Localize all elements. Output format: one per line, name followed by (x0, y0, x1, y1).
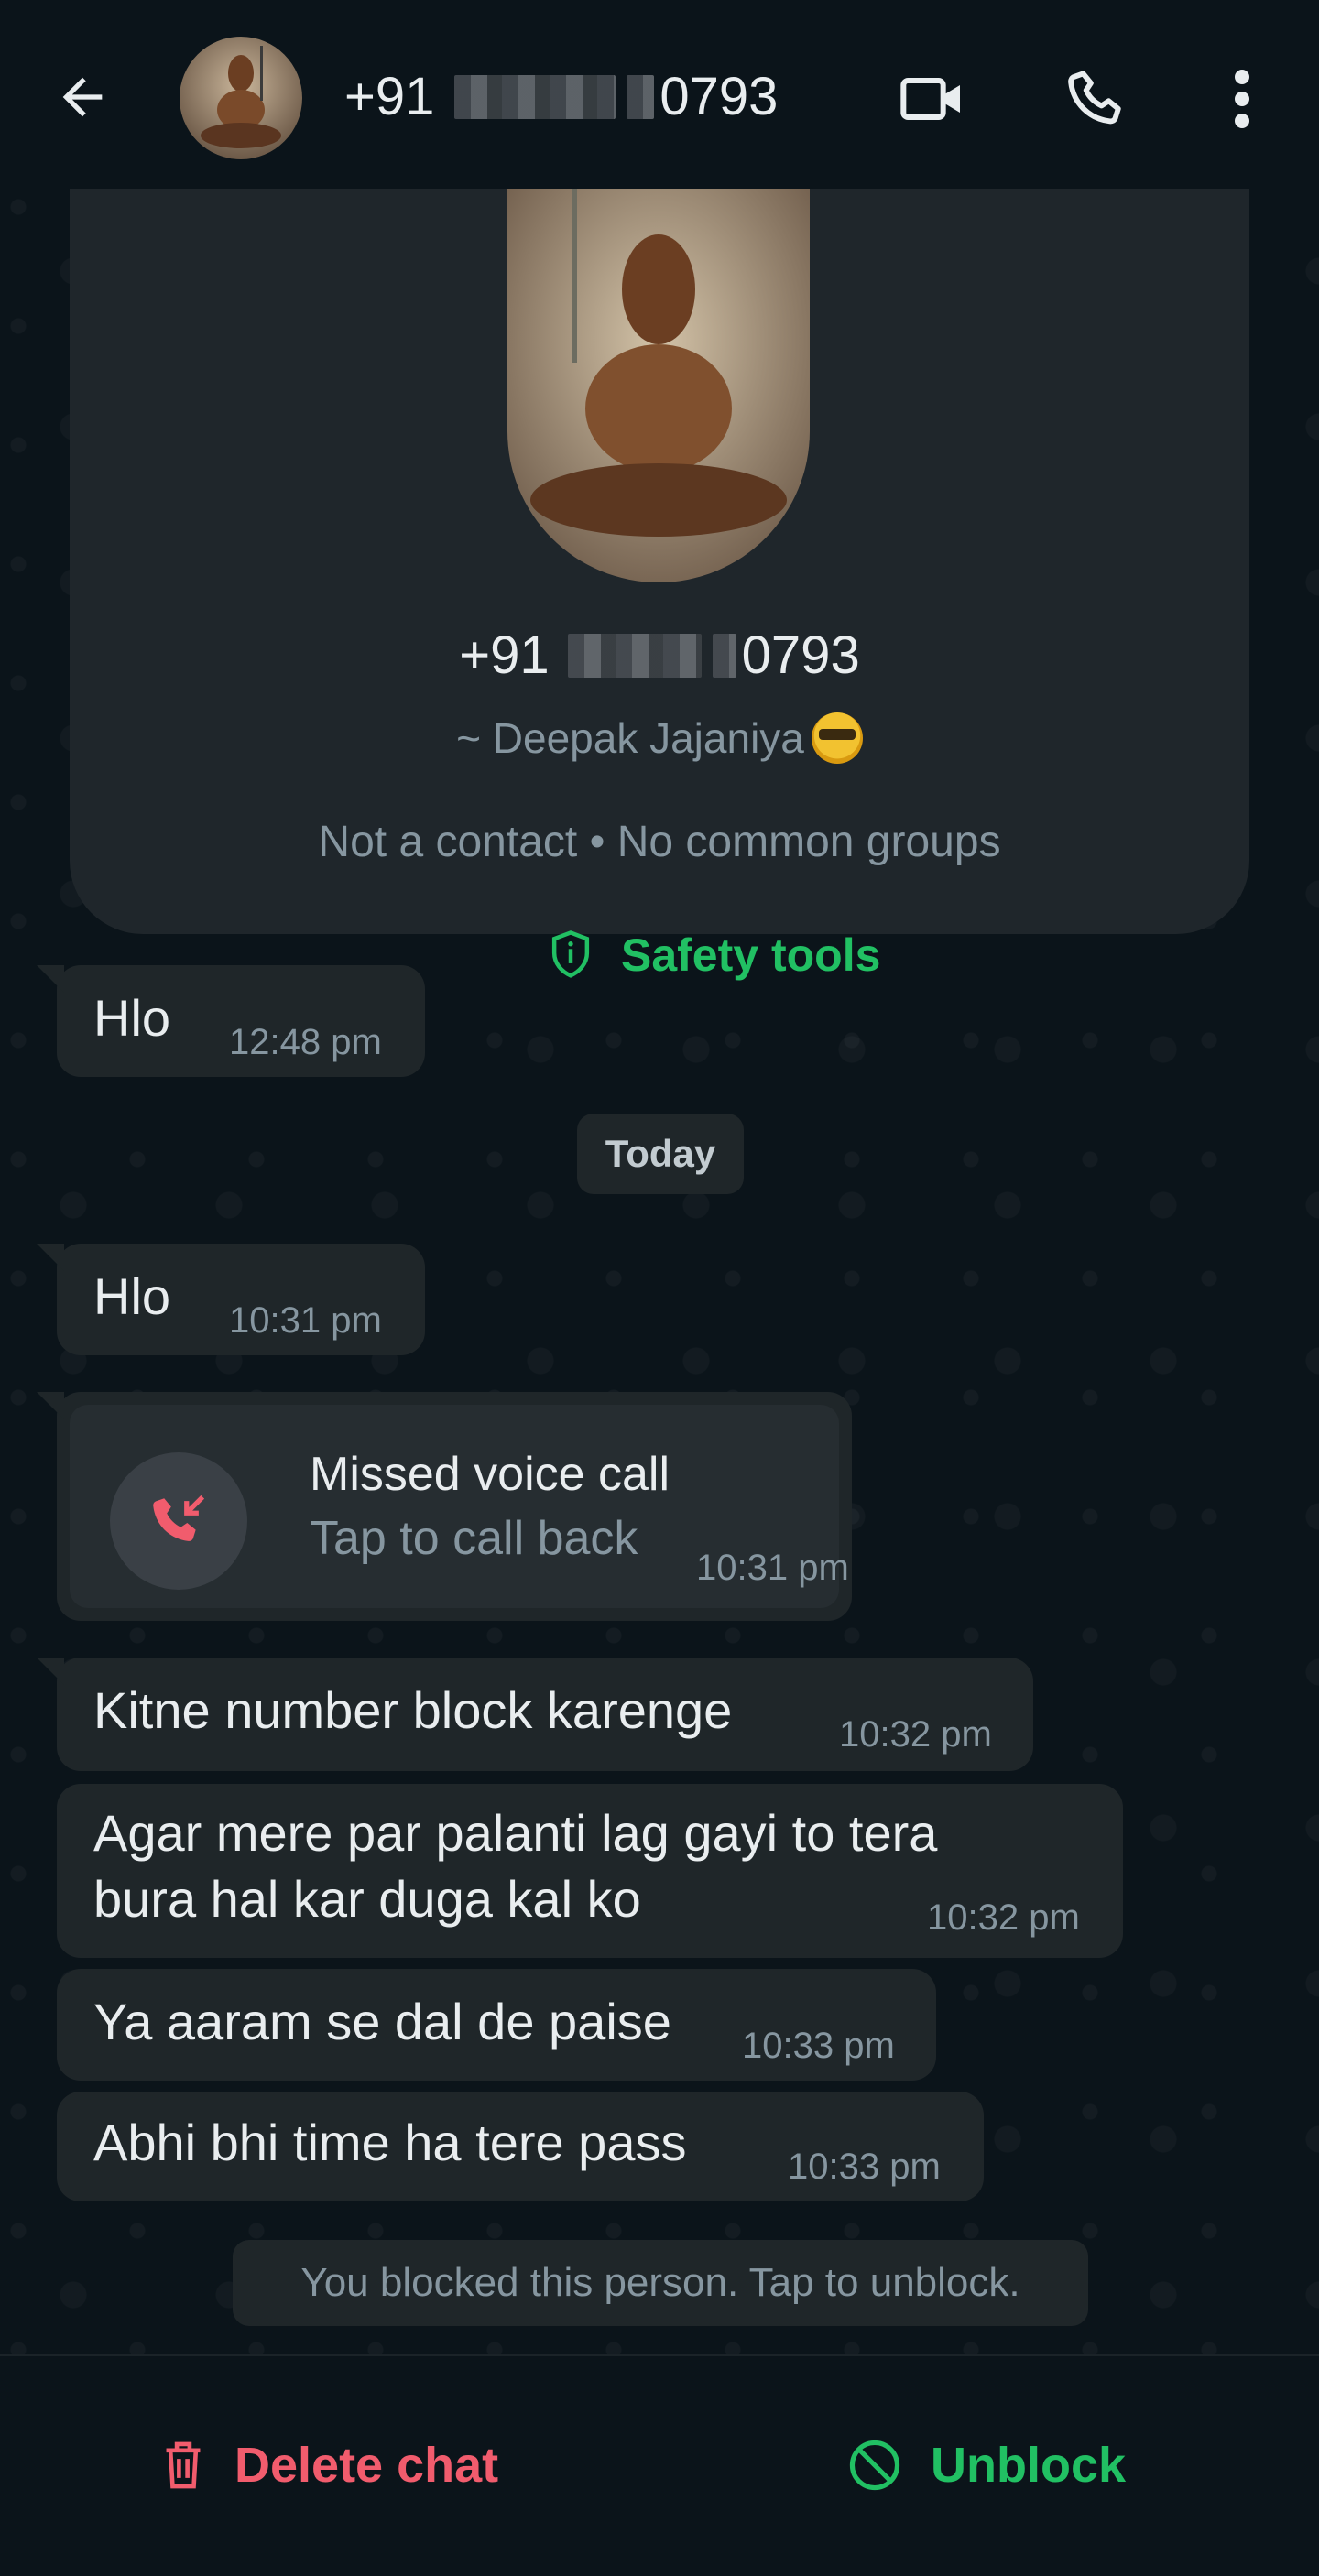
redacted-digits (567, 633, 702, 678)
chat-header: +91 0793 (0, 0, 1319, 189)
trash-icon (166, 2441, 201, 2489)
profile-alias: ~ Deepak Jajaniya (70, 712, 1249, 764)
message-time: 10:33 pm (788, 2147, 941, 2187)
contact-info-card: +91 0793 ~ Deepak Jajaniya Not a contact… (70, 179, 1249, 981)
safety-tools-label: Safety tools (621, 929, 881, 981)
shield-icon (551, 930, 590, 978)
phone-suffix: 0793 (660, 67, 779, 126)
message-text-line: Agar mere par palanti lag gayi to tera (93, 1804, 938, 1862)
date-divider: Today (577, 1114, 744, 1194)
message-text: Kitne number block karenge (93, 1681, 733, 1739)
blocked-action-bar: Delete chat Unblock (0, 2354, 1319, 2576)
message-text: Ya aaram se dal de paise (93, 1993, 671, 2050)
missed-call-subtitle: Tap to call back (310, 1512, 638, 1565)
message-bubble[interactable]: Kitne number block karenge 10:32 pm (37, 1658, 1033, 1771)
phone-suffix: 0793 (741, 625, 860, 685)
message-bubble[interactable]: Ya aaram se dal de paise 10:33 pm (57, 1969, 936, 2081)
missed-call-card: Missed voice call Tap to call back 10:31… (70, 1405, 849, 1608)
back-arrow-icon[interactable] (49, 64, 115, 130)
message-bubble[interactable]: Hlo 12:48 pm (37, 965, 425, 1077)
redacted-digits (454, 74, 616, 119)
alias-text: ~ Deepak Jajaniya (456, 714, 804, 762)
message-text: Hlo (93, 1267, 171, 1325)
message-text: Abhi bhi time ha tere pass (93, 2114, 687, 2171)
more-vert-icon[interactable] (1215, 60, 1270, 137)
video-call-icon[interactable] (894, 60, 971, 137)
message-time: 10:32 pm (927, 1897, 1080, 1938)
profile-photo[interactable] (507, 179, 810, 582)
message-time: 10:33 pm (742, 2026, 895, 2066)
message-time: 10:31 pm (229, 1300, 382, 1341)
message-bubble[interactable]: Agar mere par palanti lag gayi to tera b… (57, 1784, 1123, 1958)
message-text-line: bura hal kar duga kal ko (93, 1870, 641, 1928)
profile-phone-number: +91 0793 (70, 625, 1249, 686)
message-time: 10:31 pm (696, 1548, 849, 1588)
delete-chat-label: Delete chat (234, 2438, 499, 2493)
redacted-digits (627, 74, 655, 119)
safety-tools-button[interactable]: Safety tools (546, 929, 880, 982)
missed-call-icon (110, 1452, 247, 1590)
message-time: 10:32 pm (839, 1714, 992, 1755)
avatar[interactable] (180, 37, 302, 159)
unblock-button[interactable]: Unblock (846, 2437, 1126, 2494)
blocked-notice[interactable]: You blocked this person. Tap to unblock. (233, 2240, 1088, 2326)
delete-chat-button[interactable]: Delete chat (159, 2437, 498, 2494)
contact-phone-number[interactable]: +91 0793 (344, 66, 778, 127)
block-icon (849, 2440, 900, 2491)
missed-call-bubble[interactable]: Missed voice call Tap to call back 10:31… (37, 1392, 852, 1621)
unblock-label: Unblock (931, 2438, 1127, 2493)
message-text: Hlo (93, 989, 171, 1047)
voice-call-icon[interactable] (1061, 60, 1138, 137)
sunglasses-emoji-icon (811, 712, 863, 764)
redacted-digits (712, 633, 736, 678)
phone-prefix: +91 (459, 625, 550, 685)
message-time: 12:48 pm (229, 1022, 382, 1062)
contact-status-info: Not a contact • No common groups (318, 818, 1001, 866)
message-bubble[interactable]: Abhi bhi time ha tere pass 10:33 pm (57, 2092, 984, 2201)
phone-prefix: +91 (344, 67, 435, 126)
message-bubble[interactable]: Hlo 10:31 pm (37, 1244, 425, 1355)
missed-call-title: Missed voice call (310, 1448, 670, 1501)
